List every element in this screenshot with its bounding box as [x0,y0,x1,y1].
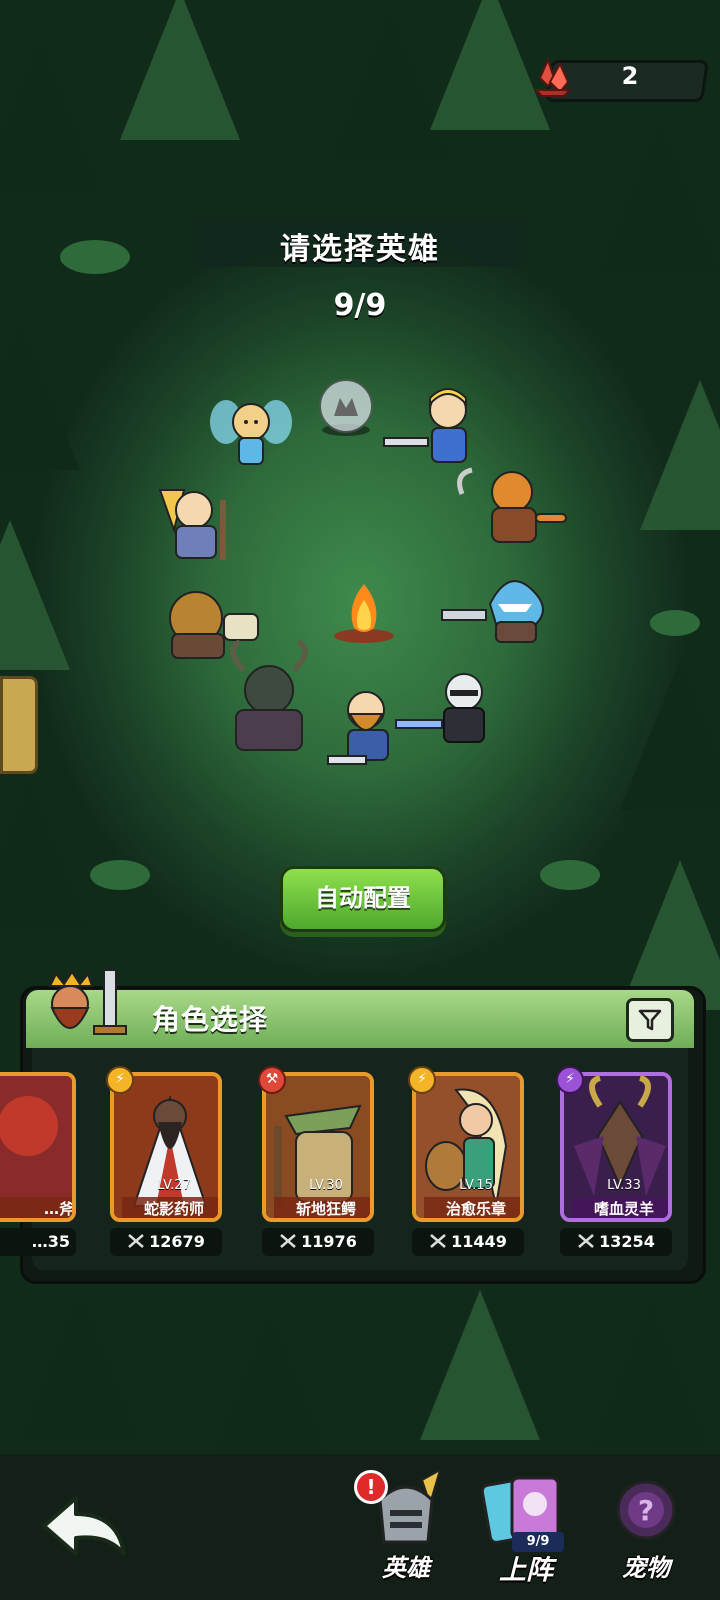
nav-pets-label: 宠物 [622,1554,670,1582]
card-power: …35 [0,1228,76,1256]
filter-button[interactable] [626,998,674,1042]
campfire-icon [334,584,394,643]
card-name: 治愈乐章 [424,1197,520,1218]
hero-locked-orb[interactable] [314,376,378,438]
card-level: LV.15 [459,1178,493,1193]
lineup-count: 9/9 [512,1532,564,1552]
auto-configure-label: 自动配置 [315,884,411,912]
crossed-swords-icon [280,1234,296,1248]
filter-icon [638,1009,662,1031]
card-power: 12679 [110,1228,222,1256]
card-level: LV.27 [157,1178,191,1193]
nav-lineup-label: 上阵 [499,1555,553,1586]
hero-dark-goat[interactable] [214,640,324,756]
hero-card[interactable]: LV.33 嗜血灵羊 ⚡ 13254 [556,1066,676,1258]
pet-egg-icon: ? [616,1480,676,1540]
card-portrait-frame: LV.33 嗜血灵羊 [560,1072,672,1222]
crossed-swords-icon [128,1234,144,1248]
energy-type-icon: ⚡ [408,1066,436,1094]
nav-lineup[interactable]: 上阵 [476,1470,576,1590]
card-portrait-frame: LV.30 斩地狂鳄 [262,1072,374,1222]
hero-paladin[interactable] [382,386,492,470]
energy-type-icon: ⚡ [106,1066,134,1094]
side-handheld-tab[interactable] [0,676,38,774]
card-name: 斩地狂鳄 [274,1197,370,1218]
hero-card[interactable]: LV.15 治愈乐章 ⚡ 11449 [408,1066,528,1258]
hero-fairy[interactable] [206,392,296,482]
svg-text:?: ? [638,1494,654,1527]
back-arrow-icon[interactable] [38,1492,130,1562]
power-value: 11976 [301,1232,357,1251]
page-title: 请选择英雄 [280,232,440,267]
attack-type-icon: ⚒ [258,1066,286,1094]
card-portrait-frame: LV.27 蛇影药师 [110,1072,222,1222]
hero-elf-knight[interactable] [154,480,238,564]
card-portrait-frame: …斧 [0,1072,76,1222]
card-portrait-frame: LV.15 治愈乐章 [412,1072,524,1222]
energy-type-icon: ⚡ [556,1066,584,1094]
nav-pets[interactable]: ? 宠物 [596,1470,696,1590]
power-value: …35 [31,1232,70,1251]
crossed-swords-icon [430,1234,446,1248]
hero-shark[interactable] [440,564,566,648]
card-level: LV.30 [309,1178,343,1193]
hero-ninja[interactable] [394,668,504,752]
crossed-swords-icon [578,1234,594,1248]
hero-card[interactable]: LV.30 斩地狂鳄 ⚒ 11976 [258,1066,378,1258]
hero-card[interactable]: …斧 …35 [0,1072,80,1258]
power-value: 12679 [149,1232,205,1251]
card-level: LV.33 [607,1178,641,1193]
card-power: 13254 [560,1228,672,1256]
notification-badge: ! [354,1470,388,1504]
king-sword-icon [48,969,127,1035]
panel-title: 角色选择 [152,1003,269,1036]
card-name: 嗜血灵羊 [572,1197,668,1218]
card-name: 蛇影药师 [122,1197,218,1218]
hero-card[interactable]: LV.27 蛇影药师 ⚡ 12679 [106,1066,226,1258]
nav-heroes-label: 英雄 [382,1554,430,1582]
red-crystal-icon [534,57,572,97]
card-power: 11976 [262,1228,374,1256]
selected-count: 9/9 [333,288,387,323]
card-power: 11449 [412,1228,524,1256]
hero-tiger[interactable] [452,464,572,548]
card-name: …斧 [0,1197,72,1218]
currency-count: 2 [621,62,639,90]
auto-configure-button[interactable]: 自动配置 [280,866,446,932]
power-value: 13254 [599,1232,655,1251]
power-value: 11449 [451,1232,507,1251]
